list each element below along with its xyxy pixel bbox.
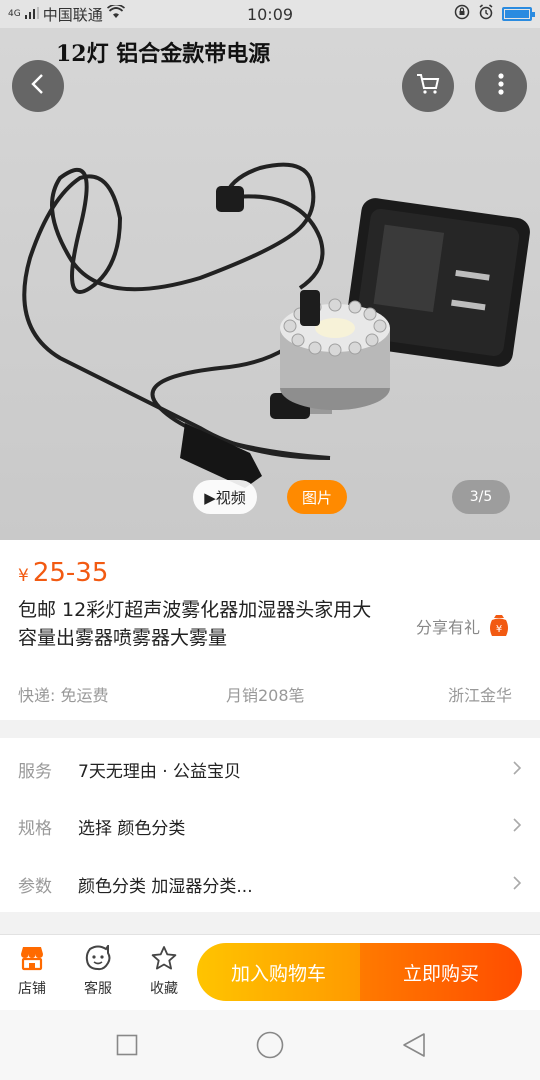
share-button[interactable]: 分享有礼 ¥ (416, 614, 510, 638)
lock-rotation-icon (454, 4, 470, 24)
price: ¥ 25-35 (18, 558, 108, 588)
chevron-right-icon (512, 757, 522, 781)
product-title: 包邮 12彩灯超声波雾化器加湿器头家用大容量出雾器喷雾器大雾量 (18, 599, 372, 649)
customer-service-button[interactable]: 客服 (73, 942, 123, 998)
svg-text:¥: ¥ (496, 624, 502, 635)
share-label: 分享有礼 (416, 618, 481, 637)
red-packet-icon: ¥ (488, 614, 510, 638)
params-row[interactable]: 参数 颜色分类 加湿器分类... (0, 855, 540, 913)
service-value: 7天无理由 · 公益宝贝 (78, 761, 242, 782)
store-label: 店铺 (18, 981, 46, 997)
monthly-sales: 月销208笔 (226, 686, 305, 705)
price-value: 25-35 (32, 558, 109, 588)
video-tab[interactable]: ▶视频 (193, 480, 257, 514)
image-counter: 3/5 (452, 480, 510, 514)
currency-symbol: ¥ (18, 566, 29, 586)
more-button[interactable] (475, 60, 527, 112)
spec-row[interactable]: 规格 选择 颜色分类 (0, 797, 540, 855)
recent-apps-icon[interactable] (116, 1034, 138, 1060)
back-button[interactable] (12, 60, 64, 112)
buy-now-button[interactable]: 立即购买 (360, 943, 522, 1001)
product-photo (22, 162, 530, 488)
chat-face-icon (84, 942, 112, 975)
star-icon (150, 945, 178, 975)
chevron-left-icon (30, 73, 46, 99)
network-label: 4G (8, 9, 21, 19)
chevron-right-icon (512, 872, 522, 896)
more-vertical-icon (498, 72, 504, 100)
favorite-label: 收藏 (150, 981, 178, 997)
spec-value: 选择 颜色分类 (78, 818, 186, 839)
shipping-info: 快递: 免运费 (18, 686, 109, 705)
spec-key: 规格 (18, 818, 52, 839)
status-bar: 4G 中国联通 10:09 (0, 0, 540, 28)
cart-button[interactable] (402, 60, 454, 112)
system-nav-bar (0, 1010, 540, 1080)
service-row[interactable]: 服务 7天无理由 · 公益宝贝 (0, 740, 540, 798)
image-caption: 12灯 铝合金款带电源 (56, 41, 271, 67)
ship-location: 浙江金华 (448, 686, 513, 705)
alarm-icon (478, 4, 494, 24)
product-info: ¥ 25-35 包邮 12彩灯超声波雾化器加湿器头家用大容量出雾器喷雾器大雾量 … (0, 540, 540, 720)
image-tab[interactable]: 图片 (287, 480, 347, 514)
favorite-button[interactable]: 收藏 (139, 945, 189, 998)
store-button[interactable]: 店铺 (7, 945, 57, 998)
back-nav-icon[interactable] (402, 1032, 426, 1062)
chevron-right-icon (512, 814, 522, 838)
cart-icon (416, 73, 440, 99)
bottom-action-bar: 店铺 客服 收藏 加入购物车 立即购买 (0, 934, 540, 1010)
wifi-icon (106, 3, 125, 23)
add-to-cart-button[interactable]: 加入购物车 (197, 943, 360, 1001)
service-section: 服务 7天无理由 · 公益宝贝 规格 选择 颜色分类 参数 颜色分类 加湿器分类… (0, 738, 540, 912)
store-icon (18, 945, 46, 975)
home-icon[interactable] (256, 1031, 284, 1063)
signal-icon (24, 5, 39, 23)
carrier-label: 中国联通 (42, 5, 103, 24)
params-value: 颜色分类 加湿器分类... (78, 876, 253, 897)
product-image-carousel[interactable]: 12灯 铝合金款带电源 ▶视频 图片 3/5 (0, 28, 540, 540)
service-key: 服务 (18, 761, 52, 782)
battery-icon (502, 7, 535, 21)
params-key: 参数 (18, 876, 52, 897)
customer-service-label: 客服 (84, 981, 112, 997)
